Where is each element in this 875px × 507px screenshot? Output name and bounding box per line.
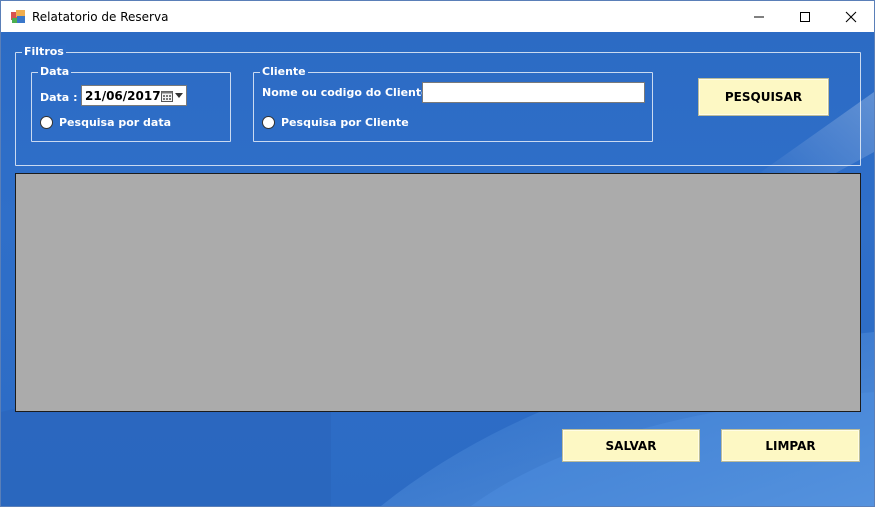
clear-button[interactable]: LIMPAR [721,429,860,462]
app-window: Relatatorio de Reserva Filtros Data Data… [0,0,875,507]
date-label: Data : [40,91,78,104]
search-by-client-label[interactable]: Pesquisa por Cliente [281,116,409,129]
app-icon [11,10,25,23]
calendar-icon[interactable] [161,90,173,102]
close-icon [845,11,857,22]
client-group-legend: Cliente [260,65,308,78]
filters-legend: Filtros [22,45,66,58]
search-button[interactable]: PESQUISAR [698,78,829,116]
date-group-legend: Data [38,65,72,78]
results-grid[interactable] [15,173,861,412]
maximize-icon [800,11,810,22]
date-groupbox: Data [31,65,231,142]
window-title: Relatatorio de Reserva [32,10,169,24]
search-by-date-label[interactable]: Pesquisa por data [59,116,171,129]
date-picker[interactable]: 21/06/2017 [81,85,187,106]
search-by-client-radio[interactable] [262,116,275,129]
dropdown-arrow-icon[interactable] [175,93,183,98]
title-bar[interactable]: Relatatorio de Reserva [1,1,874,32]
search-by-date-radio[interactable] [40,116,53,129]
minimize-button[interactable] [736,1,782,32]
form-client-area: Filtros Data Data : 21/06/2017 Pesquisa … [1,32,874,506]
save-button[interactable]: SALVAR [562,429,700,462]
maximize-button[interactable] [782,1,828,32]
minimize-icon [754,16,764,17]
close-button[interactable] [828,1,874,32]
client-name-input[interactable] [422,82,645,103]
date-picker-value: 21/06/2017 [85,89,161,103]
client-name-label: Nome ou codigo do Cliente: [262,86,433,99]
